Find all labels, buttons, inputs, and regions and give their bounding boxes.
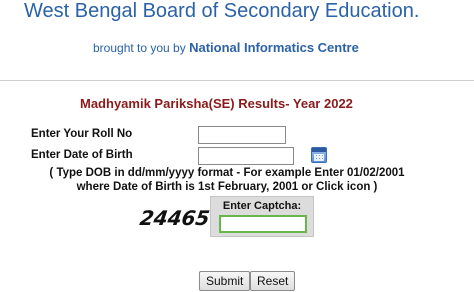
byline-prefix: brought to you by [93, 41, 186, 55]
submit-button[interactable]: Submit [199, 271, 251, 291]
calendar-icon-grid [314, 154, 324, 161]
byline-org: National Informatics Centre [189, 40, 359, 55]
captcha-panel: Enter Captcha: [210, 196, 314, 237]
captcha-label: Enter Captcha: [222, 200, 302, 212]
dob-input[interactable] [198, 147, 294, 165]
calendar-icon-header [312, 148, 326, 152]
captcha-image: 24465 [138, 206, 212, 230]
roll-number-input[interactable] [198, 126, 286, 144]
calendar-icon[interactable] [311, 147, 327, 163]
dob-label: Enter Date of Birth [31, 149, 133, 161]
results-title: Madhyamik Pariksha(SE) Results- Year 202… [80, 96, 353, 111]
header-divider [0, 80, 474, 81]
roll-number-label: Enter Your Roll No [31, 128, 133, 140]
byline: brought to you by National Informatics C… [93, 40, 359, 55]
dob-format-hint: ( Type DOB in dd/mm/yyyy format - For ex… [49, 167, 405, 193]
reset-button[interactable]: Reset [250, 271, 296, 291]
captcha-input[interactable] [219, 215, 307, 233]
site-title: West Bengal Board of Secondary Education… [24, 0, 420, 22]
